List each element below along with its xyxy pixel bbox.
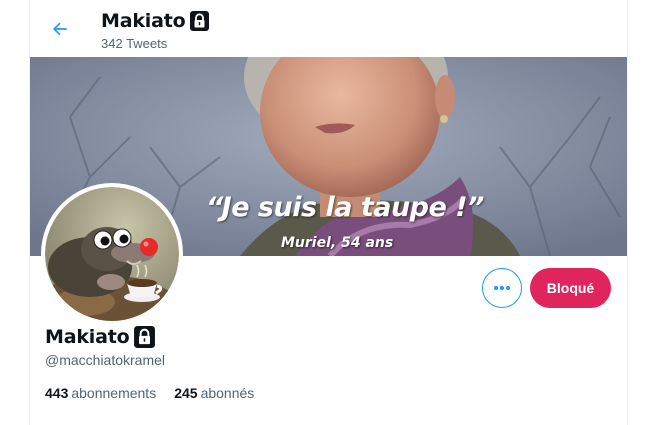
profile-display-name: Makiato — [45, 326, 130, 348]
followers-count: 245 — [174, 385, 198, 401]
profile-header-bar: Makiato 342 Tweets — [30, 0, 627, 57]
back-button[interactable] — [44, 13, 76, 45]
profile-stats: 443 abonnements 245 abonnés — [45, 385, 254, 401]
banner-quote-text: “Je suis la taupe !” — [206, 192, 484, 223]
avatar-image — [45, 187, 179, 321]
lock-icon — [134, 326, 156, 348]
following-count: 443 — [45, 385, 69, 401]
profile-handle: @macchiatokramel — [45, 352, 166, 368]
banner-caption-text: Muriel, 54 ans — [281, 235, 394, 251]
more-horizontal-icon — [494, 286, 510, 290]
profile-name-row: Makiato — [45, 326, 156, 348]
header-title: Makiato — [101, 10, 210, 32]
followers-link[interactable]: 245 abonnés — [174, 385, 254, 401]
column-border-right — [627, 0, 628, 425]
following-link[interactable]: 443 abonnements — [45, 385, 156, 401]
blocked-button[interactable]: Bloqué — [530, 268, 611, 308]
header-display-name: Makiato — [101, 10, 186, 32]
more-options-button[interactable] — [482, 268, 522, 308]
lock-icon — [190, 11, 210, 31]
tweet-count: 342 Tweets — [101, 36, 168, 51]
arrow-left-icon — [52, 22, 67, 36]
profile-avatar[interactable] — [41, 183, 183, 325]
followers-label: abonnés — [200, 385, 255, 401]
following-label: abonnements — [71, 385, 157, 401]
